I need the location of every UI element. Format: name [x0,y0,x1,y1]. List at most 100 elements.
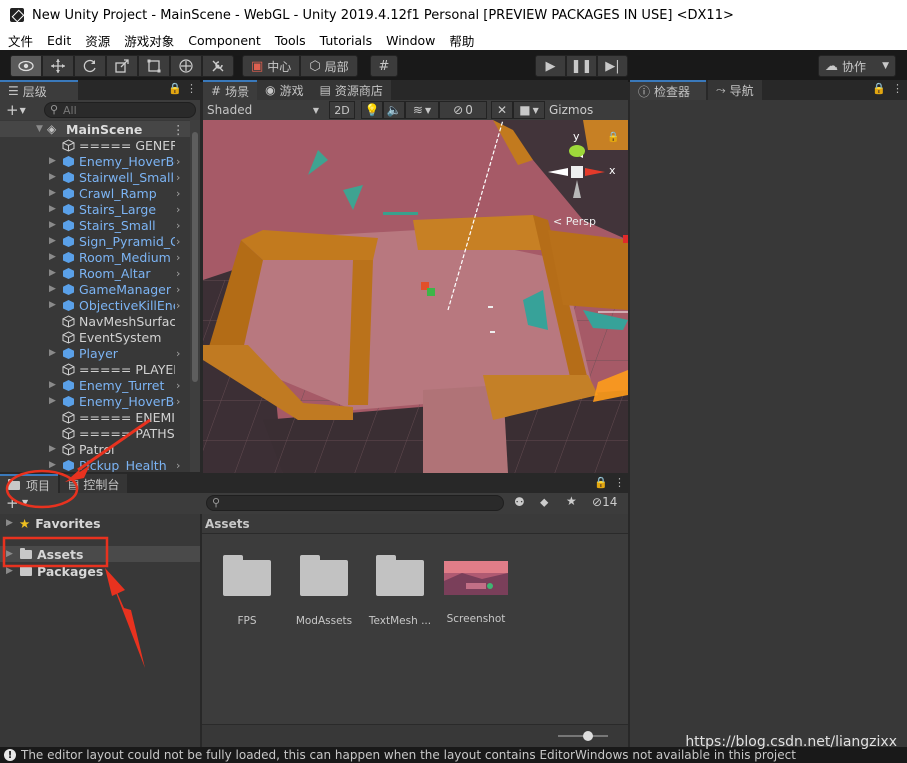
collapsed-arrow-icon[interactable]: ▶ [49,284,57,294]
pause-button[interactable]: ❚❚ [566,55,597,77]
asset-tile[interactable]: TextMesh ... [365,555,435,627]
grid-snap-button[interactable]: # [370,55,398,77]
search-by-type-icon[interactable]: ⚉ [514,495,525,509]
hierarchy-item[interactable]: ▶ Room_Medium › [0,249,190,265]
tree-item-packages[interactable]: ▶ Packages [0,563,200,579]
move-tool-button[interactable] [42,55,74,77]
hierarchy-item[interactable]: ▶ Stairwell_Small › [0,169,190,185]
lighting-toggle[interactable]: 💡 [361,101,383,119]
menu-gameobject[interactable]: 游戏对象 [117,31,181,50]
label-tag-icon[interactable]: ⬥ [540,495,548,510]
hierarchy-item[interactable]: ▶ GameManager › [0,281,190,297]
collapsed-arrow-icon[interactable]: ▶ [49,348,57,358]
tab-console[interactable]: ▤ 控制台 [60,474,128,494]
hidden-packages-toggle[interactable]: ⊘14 [592,495,617,509]
collapsed-arrow-icon[interactable]: ▶ [49,300,57,310]
collapsed-arrow-icon[interactable]: ▶ [49,396,57,406]
favorite-star-icon[interactable]: ★ [566,494,577,508]
hierarchy-item[interactable]: ▶ Crawl_Ramp › [0,185,190,201]
chevron-right-icon[interactable]: › [176,283,180,296]
menu-window[interactable]: Window [379,33,442,48]
lock-icon[interactable]: 🔒 [872,82,886,95]
menu-help[interactable]: 帮助 [442,31,481,50]
tab-game[interactable]: ◉ 游戏 [257,80,312,100]
scene-root-row[interactable]: ▼ ◈ MainScene ⋮ [0,121,190,137]
menu-assets[interactable]: 资源 [78,31,117,50]
collapsed-arrow-icon[interactable]: ▶ [49,380,57,390]
audio-toggle[interactable]: 🔈 [383,101,405,119]
projection-toggle[interactable]: < Persp [553,215,596,228]
tab-hierarchy[interactable]: ☰ 层级 [0,80,78,100]
collapsed-arrow-icon[interactable]: ▶ [6,549,16,559]
collapsed-arrow-icon[interactable]: ▶ [49,236,57,246]
asset-tile[interactable]: ModAssets [289,555,359,627]
hierarchy-item[interactable]: ▶ Player › [0,345,190,361]
collapsed-arrow-icon[interactable]: ▶ [49,444,57,454]
chevron-right-icon[interactable]: › [176,155,180,168]
chevron-right-icon[interactable]: › [176,379,180,392]
hidden-objects-toggle[interactable]: ⊘ 0 [439,101,487,119]
hierarchy-item[interactable]: ▶ Enemy_Turret › [0,377,190,393]
collapsed-arrow-icon[interactable]: ▶ [49,220,57,230]
play-button[interactable]: ▶ [535,55,566,77]
breadcrumb[interactable]: Assets [202,514,628,534]
hierarchy-item[interactable]: ▶ Patrol [0,441,190,457]
collapsed-arrow-icon[interactable]: ▶ [49,268,57,278]
tab-project[interactable]: 项目 [0,474,59,494]
hierarchy-item[interactable]: ===== ENEMIES [0,409,190,425]
asset-tile[interactable]: FPS [212,555,282,627]
chevron-right-icon[interactable]: › [176,251,180,264]
chevron-right-icon[interactable]: › [176,235,180,248]
chevron-right-icon[interactable]: › [176,187,180,200]
shading-mode-dropdown[interactable]: Shaded ▼ [205,101,323,119]
custom-tool-button[interactable] [202,55,234,77]
create-add-icon[interactable]: + [6,101,19,119]
hierarchy-search-input[interactable]: All [44,102,196,118]
gizmos-dropdown[interactable]: Gizmos [549,100,628,120]
menu-file[interactable]: 文件 [0,31,40,50]
collapsed-arrow-icon[interactable]: ▶ [6,518,16,528]
hierarchy-item[interactable]: EventSystem [0,329,190,345]
tab-navigation[interactable]: ⤳ 导航 [708,80,762,100]
chevron-right-icon[interactable]: › [176,347,180,360]
breadcrumb-assets[interactable]: Assets [205,517,250,531]
collapsed-arrow-icon[interactable]: ▶ [49,188,57,198]
hierarchy-item[interactable]: NavMeshSurface [0,313,190,329]
scene-tools-button[interactable]: ✕ [491,101,513,119]
menu-tools[interactable]: Tools [268,33,313,48]
rect-tool-button[interactable] [138,55,170,77]
chevron-down-icon[interactable]: ▼ [22,498,28,507]
collapsed-arrow-icon[interactable]: ▶ [6,566,16,576]
create-add-icon[interactable]: + [6,494,19,512]
hierarchy-item[interactable]: ===== GENERAL [0,137,190,153]
asset-tile[interactable]: Screenshot [441,556,511,625]
effects-dropdown[interactable]: ≋ ▼ [405,101,439,119]
icon-size-slider-thumb[interactable] [583,731,593,741]
step-button[interactable]: ▶| [597,55,628,77]
chevron-right-icon[interactable]: › [176,219,180,232]
gizmo-lock-icon[interactable]: 🔒 [607,132,619,143]
scene-menu-icon[interactable]: ⋮ [172,122,185,137]
hierarchy-item[interactable]: ===== PLAYER == [0,361,190,377]
kebab-menu-icon[interactable]: ⋮ [614,476,625,489]
hierarchy-item[interactable]: ===== PATHS == [0,425,190,441]
pivot-local-button[interactable]: ⬡ 局部 [300,55,358,77]
tab-asset-store[interactable]: ▤ 资源商店 [311,80,391,100]
camera-dropdown[interactable]: ■ ▼ [513,101,545,119]
kebab-menu-icon[interactable]: ⋮ [186,82,197,95]
kebab-menu-icon[interactable]: ⋮ [892,82,903,95]
project-search-input[interactable] [206,495,504,511]
pivot-center-button[interactable]: ▣ 中心 [242,55,301,77]
transform-tool-button[interactable] [170,55,202,77]
chevron-right-icon[interactable]: › [176,395,180,408]
rotate-tool-button[interactable] [74,55,106,77]
hierarchy-item[interactable]: ▶ Stairs_Small › [0,217,190,233]
menu-edit[interactable]: Edit [40,33,78,48]
chevron-right-icon[interactable]: › [176,171,180,184]
chevron-down-icon[interactable]: ▼ [20,106,26,115]
hierarchy-item[interactable]: ▶ Enemy_HoverBc › [0,393,190,409]
collapsed-arrow-icon[interactable]: ▶ [49,204,57,214]
chevron-right-icon[interactable]: › [176,203,180,216]
orientation-gizmo[interactable]: y x 🔒 [543,128,623,208]
chevron-right-icon[interactable]: › [176,299,180,312]
